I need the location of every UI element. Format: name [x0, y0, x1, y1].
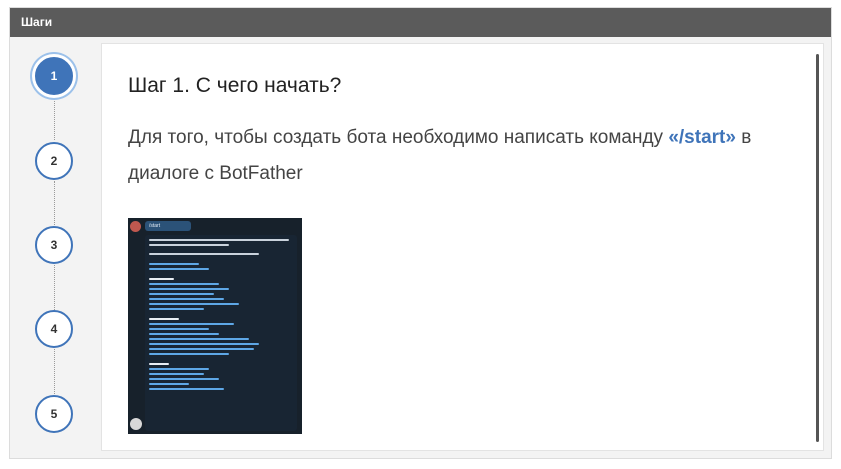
step-1-button[interactable]: 1 [35, 57, 73, 95]
step-connector [54, 96, 55, 140]
botfather-screenshot: /start [128, 218, 302, 434]
botfather-avatar-icon [130, 418, 142, 430]
start-command: «/start» [668, 127, 736, 148]
steps-panel: Шаги 1 2 3 4 5 Шаг 1. С чего начать? Для… [9, 7, 832, 459]
panel-header: Шаги [10, 8, 831, 37]
step-2-button[interactable]: 2 [35, 142, 73, 180]
step-connector [54, 181, 55, 225]
start-message-text: /start [149, 223, 161, 229]
step-connector [54, 265, 55, 310]
step-connector [54, 349, 55, 394]
description-text: Для того, чтобы создать бота необходимо … [128, 127, 664, 148]
step-3-button[interactable]: 3 [35, 226, 73, 264]
content-scrollbar[interactable] [816, 54, 819, 442]
stepper: 1 2 3 4 5 [10, 37, 100, 457]
start-message-bubble: /start [145, 221, 191, 231]
step-description: Для того, чтобы создать бота необходимо … [128, 120, 788, 192]
step-4-button[interactable]: 4 [35, 310, 73, 348]
step-content-card: Шаг 1. С чего начать? Для того, чтобы со… [101, 43, 824, 451]
step-5-button[interactable]: 5 [35, 395, 73, 433]
user-avatar-icon [130, 221, 141, 232]
botfather-reply [145, 235, 297, 431]
step-title: Шаг 1. С чего начать? [128, 74, 342, 97]
